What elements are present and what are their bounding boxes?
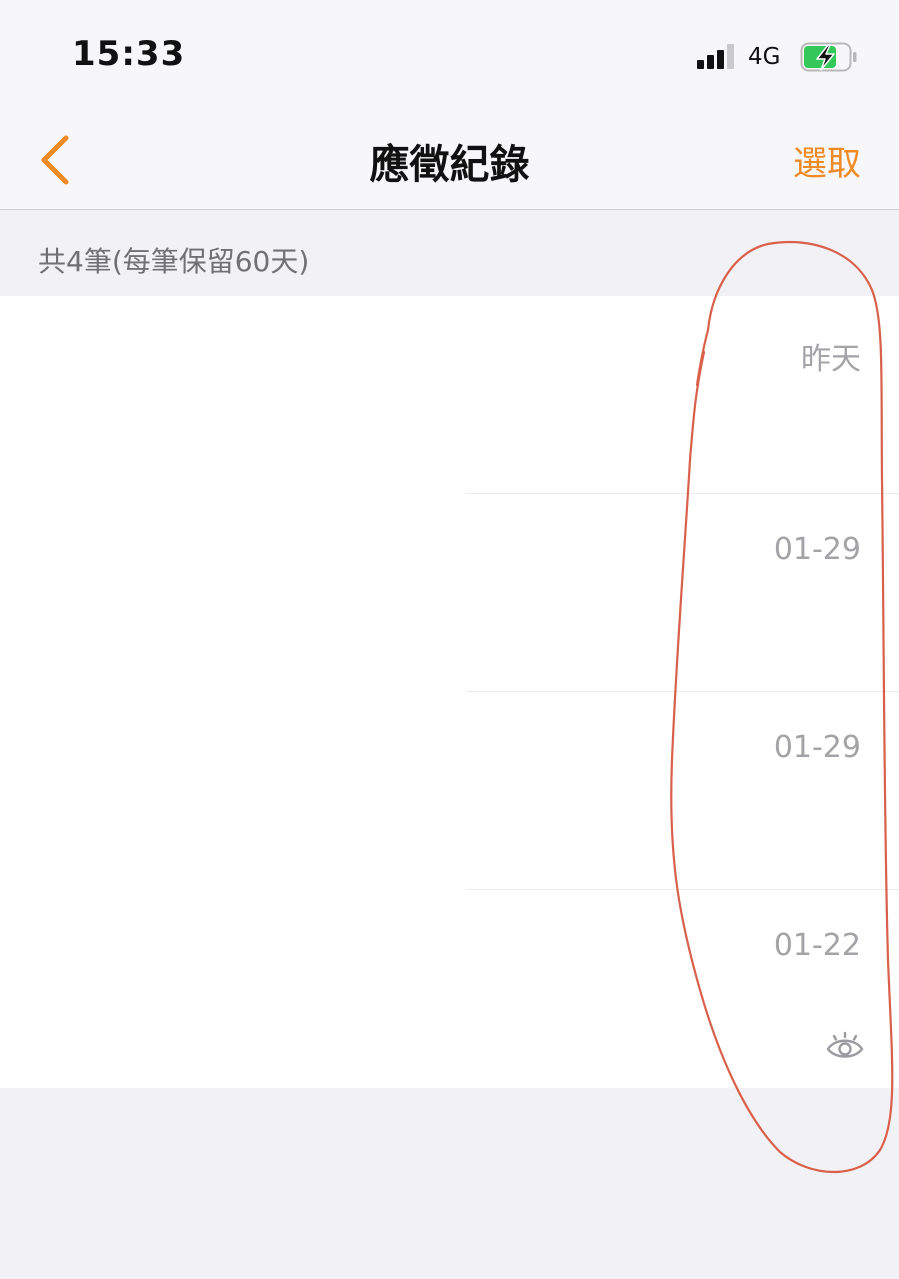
eye-icon <box>826 1031 864 1058</box>
record-date: 昨天 <box>801 342 861 377</box>
navigation-bar: 應徵紀錄 選取 <box>0 110 899 210</box>
record-count-summary: 共4筆(每筆保留60天) <box>38 245 310 278</box>
record-date: 01-22 <box>773 928 861 963</box>
select-button[interactable]: 選取 <box>793 136 861 185</box>
record-date: 01-29 <box>773 730 861 765</box>
page-title: 應徵紀錄 <box>369 142 530 188</box>
list-item[interactable]: 昨天 <box>0 296 899 494</box>
list-item[interactable]: 01-22 <box>0 890 899 1088</box>
list-item[interactable]: 01-29 <box>0 692 899 890</box>
application-record-list: 昨天 01-29 01-29 01-22 <box>0 296 899 1088</box>
record-date: 01-29 <box>773 532 861 567</box>
network-type: 4G <box>748 44 781 70</box>
status-bar: 15:33 4G <box>0 0 899 110</box>
signal-icon <box>697 43 737 69</box>
battery-charging-icon <box>800 42 857 72</box>
status-time: 15:33 <box>72 34 186 74</box>
list-item[interactable]: 01-29 <box>0 494 899 692</box>
